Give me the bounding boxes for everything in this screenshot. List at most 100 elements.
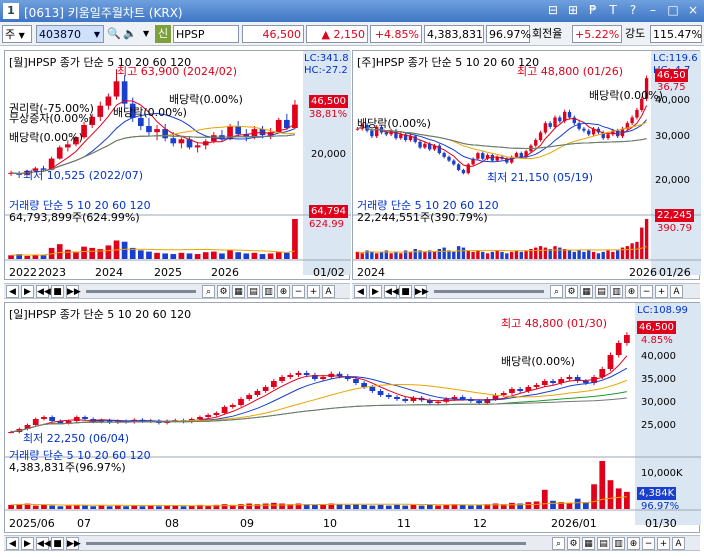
first-icon[interactable]: ◀	[6, 285, 19, 298]
stock-code-input[interactable]: 403870 ▼	[36, 25, 104, 43]
period-select[interactable]: 주 ▼	[2, 25, 32, 43]
maximize-button[interactable]: □	[666, 3, 680, 18]
pin-icon[interactable]: ₱	[586, 3, 600, 18]
font-icon[interactable]: A	[672, 537, 685, 550]
first-icon[interactable]: ◀	[6, 537, 19, 550]
credit-badge: 신	[155, 25, 171, 43]
volume-bar	[137, 250, 144, 259]
stop-icon[interactable]: ■	[399, 285, 412, 298]
volume-bar	[426, 504, 433, 509]
daily-header: [일]HPSP 종가 단순 5 10 20 60 120	[9, 308, 192, 321]
volume-bar	[615, 250, 620, 259]
search-icon[interactable]: 🔍	[107, 25, 121, 43]
candle-body	[385, 395, 392, 397]
volume-bar	[164, 505, 170, 509]
volume-bar	[81, 246, 87, 259]
volume-bar	[408, 251, 413, 259]
volume-bar	[131, 505, 138, 509]
forward-icon[interactable]: ▶▶	[66, 537, 81, 550]
daily-vol-value: 4,383,831주(96.97%)	[9, 461, 126, 474]
volume-bar	[572, 251, 576, 259]
settings-icon[interactable]: ⚙	[567, 537, 580, 550]
zoom-icon[interactable]: ⊕	[625, 285, 638, 298]
rewind-icon[interactable]: ◀◀	[36, 285, 51, 298]
candle-body	[509, 389, 515, 393]
plus-icon[interactable]: +	[307, 285, 320, 298]
volume-bar	[156, 506, 162, 509]
volume-bar	[40, 255, 47, 259]
rewind-icon[interactable]: ◀◀	[36, 537, 51, 550]
play-icon[interactable]: ▶	[21, 285, 34, 298]
daily-scroll-slider[interactable]	[86, 542, 526, 545]
magnifier-icon[interactable]: ⌕	[552, 537, 565, 550]
minus-icon[interactable]: −	[642, 537, 655, 550]
volume-bar	[162, 253, 169, 259]
stop-icon[interactable]: ■	[51, 537, 64, 550]
font-icon[interactable]: A	[670, 285, 683, 298]
layout-icon[interactable]: ⊟	[546, 3, 560, 18]
monthly-scroll-slider[interactable]	[86, 290, 196, 293]
monthly-scroll-controls: ◀ ▶ ◀◀ ■ ▶▶ ⌕ ⚙ ▦ ▤ ▥ ⊕ − + A	[4, 283, 350, 299]
chart-type-icon[interactable]: ▦	[232, 285, 245, 298]
grid-icon[interactable]: ⊞	[566, 3, 580, 18]
plus-icon[interactable]: +	[655, 285, 668, 298]
grid-icon[interactable]: ▥	[612, 537, 625, 550]
volume-bar	[437, 249, 442, 259]
forward-icon[interactable]: ▶▶	[66, 285, 81, 298]
stop-icon[interactable]: ■	[51, 285, 64, 298]
close-button[interactable]: ×	[686, 3, 700, 18]
monthly-vol-pct-tag: 624.99	[309, 219, 344, 230]
play-icon[interactable]: ▶	[21, 537, 34, 550]
volume-display: 4,383,831	[424, 25, 484, 43]
play-icon[interactable]: ▶	[369, 285, 382, 298]
minus-icon[interactable]: −	[640, 285, 653, 298]
monthly-x-tick-4: 2025	[154, 266, 182, 279]
rewind-icon[interactable]: ◀◀	[384, 285, 399, 298]
chart-type-icon[interactable]: ▦	[582, 537, 595, 550]
volume-bar	[543, 247, 548, 259]
monthly-lc: LC:341.8	[304, 53, 349, 64]
forward-icon[interactable]: ▶▶	[414, 285, 429, 298]
chevron-down-icon[interactable]: ▼	[143, 25, 153, 43]
window-number-badge: 1	[3, 3, 19, 19]
magnifier-icon[interactable]: ⌕	[202, 285, 215, 298]
grid-icon[interactable]: ▥	[262, 285, 275, 298]
weekly-y-tick-2: 30,000	[655, 131, 690, 142]
turnover-label: 회전율	[532, 27, 563, 40]
text-icon[interactable]: T	[606, 3, 620, 18]
zoom-icon[interactable]: ⊕	[277, 285, 290, 298]
magnifier-icon[interactable]: ⌕	[550, 285, 563, 298]
volume-bar	[170, 254, 177, 259]
volume-bar	[533, 501, 540, 509]
chevron-down-icon: ▼	[18, 31, 25, 40]
settings-icon[interactable]: ⚙	[565, 285, 578, 298]
minimize-button[interactable]: –	[646, 3, 660, 18]
candle-body	[553, 117, 557, 127]
settings-icon[interactable]: ⚙	[217, 285, 230, 298]
monthly-x-tick-2: 2023	[38, 266, 66, 279]
minus-icon[interactable]: −	[292, 285, 305, 298]
zoom-icon[interactable]: ⊕	[627, 537, 640, 550]
compare-icon[interactable]: ▤	[595, 285, 608, 298]
volume-bar	[172, 505, 179, 509]
compare-icon[interactable]: ▤	[597, 537, 610, 550]
candle-body	[435, 401, 441, 403]
grid-icon[interactable]: ▥	[610, 285, 623, 298]
weekly-price-tag: 46,50	[655, 69, 688, 82]
compare-icon[interactable]: ▤	[247, 285, 260, 298]
window-title: [0613] 키움일주월차트 (KRX)	[24, 6, 183, 20]
help-icon[interactable]: ?	[626, 3, 640, 18]
volume-bar	[468, 505, 474, 509]
first-icon[interactable]: ◀	[354, 285, 367, 298]
chart-type-icon[interactable]: ▦	[580, 285, 593, 298]
weekly-scroll-slider[interactable]	[434, 290, 544, 293]
plus-icon[interactable]: +	[657, 537, 670, 550]
daily-y-tick-4: 25,000	[641, 420, 676, 431]
volume-bar	[485, 253, 490, 259]
volume-bar	[476, 250, 480, 259]
volume-bar	[432, 251, 437, 259]
speaker-icon[interactable]: 🔈	[123, 25, 141, 43]
stock-name-field[interactable]: HPSP	[173, 25, 239, 43]
font-icon[interactable]: A	[322, 285, 335, 298]
volume-bar	[202, 252, 209, 259]
